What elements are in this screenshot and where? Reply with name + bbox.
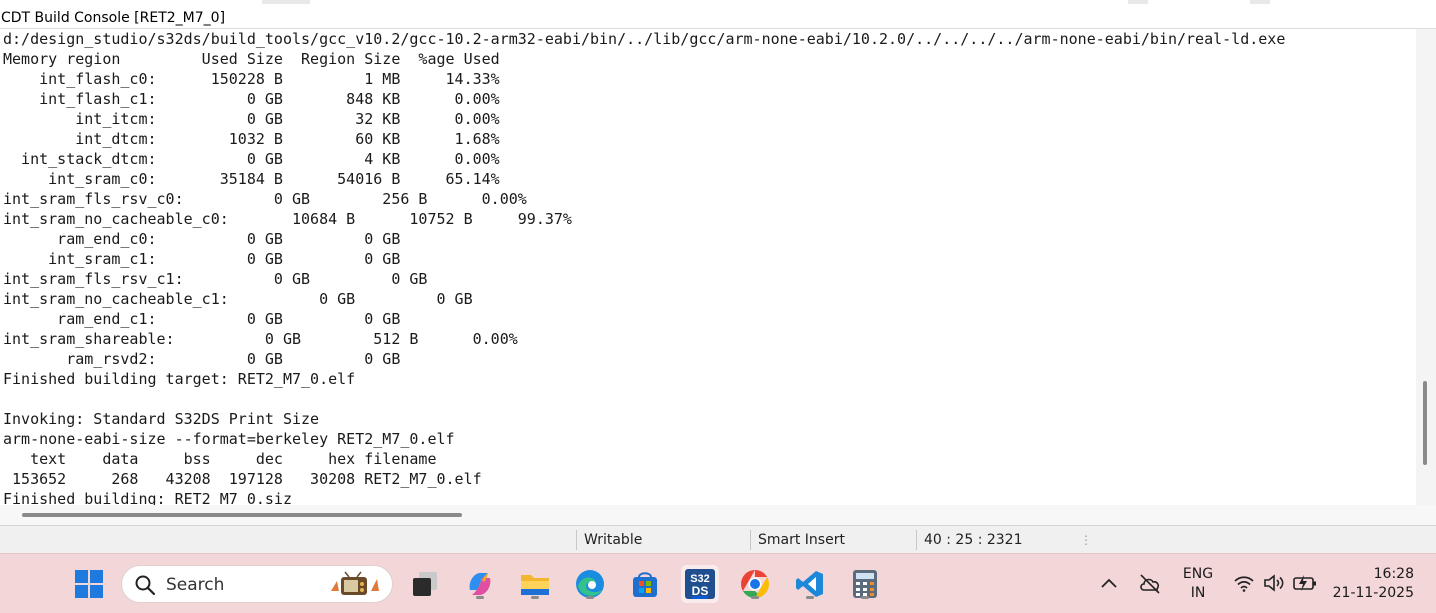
start-icon[interactable] [70, 565, 108, 603]
console-line: d:/design_studio/s32ds/build_tools/gcc_v… [3, 30, 1286, 48]
status-insert-mode: Smart Insert [758, 532, 845, 548]
status-writable: Writable [584, 532, 643, 548]
vertical-scrollbar[interactable] [1416, 29, 1436, 505]
console-line: ram_end_c1: 0 GB 0 GB [3, 310, 401, 328]
running-indicator [806, 596, 814, 599]
console-line: int_dtcm: 1032 B 60 KB 1.68% [3, 130, 500, 148]
widgets-icon[interactable] [327, 571, 383, 599]
running-indicator [751, 596, 759, 599]
calculator-icon[interactable] [846, 565, 884, 603]
console-text: d:/design_studio/s32ds/build_tools/gcc_v… [0, 29, 1416, 505]
toolbar-fragment [1250, 0, 1270, 4]
console-line: Invoking: Standard S32DS Print Size [3, 410, 320, 428]
search-placeholder: Search [166, 575, 225, 595]
console-line: text data bss dec hex filename [3, 450, 437, 468]
s32ds-icon[interactable]: S32 DS [681, 565, 719, 603]
cloud-offline-icon[interactable] [1138, 573, 1162, 595]
status-cursor-position: 40 : 25 : 2321 [924, 532, 1023, 548]
chrome-icon[interactable] [736, 565, 774, 603]
taskbar-search[interactable]: Search [121, 565, 393, 603]
clock-time: 16:28 [1373, 566, 1414, 582]
vscode-icon[interactable] [791, 565, 829, 603]
wifi-icon[interactable] [1233, 574, 1255, 592]
console-line: int_flash_c0: 150228 B 1 MB 14.33% [3, 70, 500, 88]
console-line: int_sram_c1: 0 GB 0 GB [3, 250, 401, 268]
chevron-up-icon[interactable] [1100, 576, 1118, 590]
clock-date: 21-11-2025 [1332, 585, 1414, 601]
windows-taskbar: Search S32 DS ENG IN 16:28 21-11-2025 [0, 553, 1436, 613]
console-line: int_flash_c1: 0 GB 848 KB 0.00% [3, 90, 500, 108]
vertical-scrollbar-thumb[interactable] [1423, 381, 1427, 465]
console-tab-title[interactable]: CDT Build Console [RET2_M7_0] [0, 8, 229, 28]
volume-icon[interactable] [1263, 574, 1285, 592]
status-divider [916, 530, 917, 550]
status-grip-icon: ⋮ [1080, 533, 1092, 547]
console-line: int_sram_fls_rsv_c0: 0 GB 256 B 0.00% [3, 190, 527, 208]
active-indicator [692, 596, 708, 599]
console-line: Finished building target: RET2_M7_0.elf [3, 370, 356, 388]
console-line: ram_end_c0: 0 GB 0 GB [3, 230, 401, 248]
running-indicator [586, 596, 594, 599]
console-line: Memory region Used Size Region Size %age… [3, 50, 500, 68]
console-output[interactable]: d:/design_studio/s32ds/build_tools/gcc_v… [0, 29, 1416, 505]
toolbar-fragment [1128, 0, 1148, 4]
copilot-icon[interactable] [461, 565, 499, 603]
console-line: int_sram_c0: 35184 B 54016 B 65.14% [3, 170, 500, 188]
store-icon[interactable] [626, 565, 664, 603]
console-line: int_sram_shareable: 0 GB 512 B 0.00% [3, 330, 518, 348]
running-indicator [531, 596, 539, 599]
horizontal-scrollbar-thumb[interactable] [22, 513, 462, 517]
running-indicator [476, 596, 484, 599]
search-icon [135, 575, 156, 596]
language-indicator[interactable]: ENG IN [1178, 565, 1218, 603]
clock[interactable]: 16:28 21-11-2025 [1330, 565, 1426, 603]
console-line: int_sram_no_cacheable_c1: 0 GB 0 GB [3, 290, 473, 308]
running-indicator [861, 596, 869, 599]
battery-charging-icon[interactable] [1292, 573, 1318, 593]
console-line: arm-none-eabi-size --format=berkeley RET… [3, 430, 455, 448]
edge-icon[interactable] [571, 565, 609, 603]
console-line: int_sram_no_cacheable_c0: 10684 B 10752 … [3, 210, 572, 228]
console-title-bar: CDT Build Console [RET2_M7_0] [0, 0, 1436, 29]
console-line: Finished building: RET2_M7_0.siz [3, 490, 292, 505]
console-line: 153652 268 43208 197128 30208 RET2_M7_0.… [3, 470, 482, 488]
status-divider [576, 530, 577, 550]
language-code: ENG [1182, 566, 1214, 582]
horizontal-scrollbar[interactable] [0, 505, 1436, 525]
language-region: IN [1190, 585, 1206, 601]
console-line: ram_rsvd2: 0 GB 0 GB [3, 350, 401, 368]
editor-status-bar: Writable Smart Insert 40 : 25 : 2321 ⋮ [0, 525, 1436, 554]
file-explorer-icon[interactable] [516, 565, 554, 603]
console-line: int_sram_fls_rsv_c1: 0 GB 0 GB [3, 270, 428, 288]
status-divider [750, 530, 751, 550]
tab-fragment [262, 0, 310, 4]
console-line: int_itcm: 0 GB 32 KB 0.00% [3, 110, 500, 128]
task-view-icon[interactable] [406, 565, 444, 603]
console-line: int_stack_dtcm: 0 GB 4 KB 0.00% [3, 150, 500, 168]
